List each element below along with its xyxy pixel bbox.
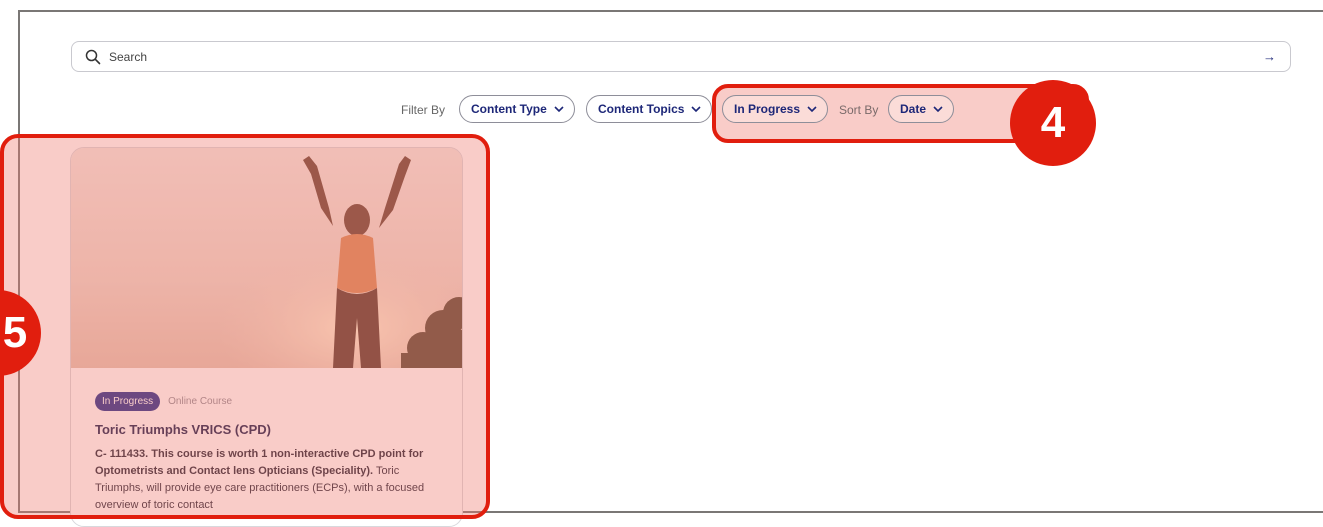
- sort-dropdown[interactable]: Date: [888, 95, 955, 123]
- highlight-box-5: [0, 134, 490, 519]
- search-bar[interactable]: Search →: [71, 41, 1291, 72]
- step-badge-4: 4: [1010, 80, 1096, 166]
- chevron-down-icon: [554, 105, 564, 113]
- chevron-down-icon: [691, 105, 702, 113]
- search-icon: [85, 49, 101, 65]
- chevron-down-icon: [933, 105, 943, 113]
- search-input[interactable]: Search: [109, 50, 147, 64]
- content-type-dropdown[interactable]: Content Type: [459, 95, 575, 123]
- sort-by-label: Sort By: [839, 103, 879, 117]
- content-topics-label: Content Topics: [598, 102, 685, 116]
- chevron-down-icon: [807, 105, 817, 113]
- filter-by-label: Filter By: [401, 103, 446, 117]
- status-dropdown[interactable]: In Progress: [722, 95, 829, 123]
- content-topics-dropdown[interactable]: Content Topics: [586, 95, 713, 123]
- arrow-right-icon[interactable]: →: [1263, 49, 1276, 64]
- sort-label: Date: [900, 102, 927, 116]
- status-label: In Progress: [734, 102, 801, 116]
- content-type-label: Content Type: [471, 102, 547, 116]
